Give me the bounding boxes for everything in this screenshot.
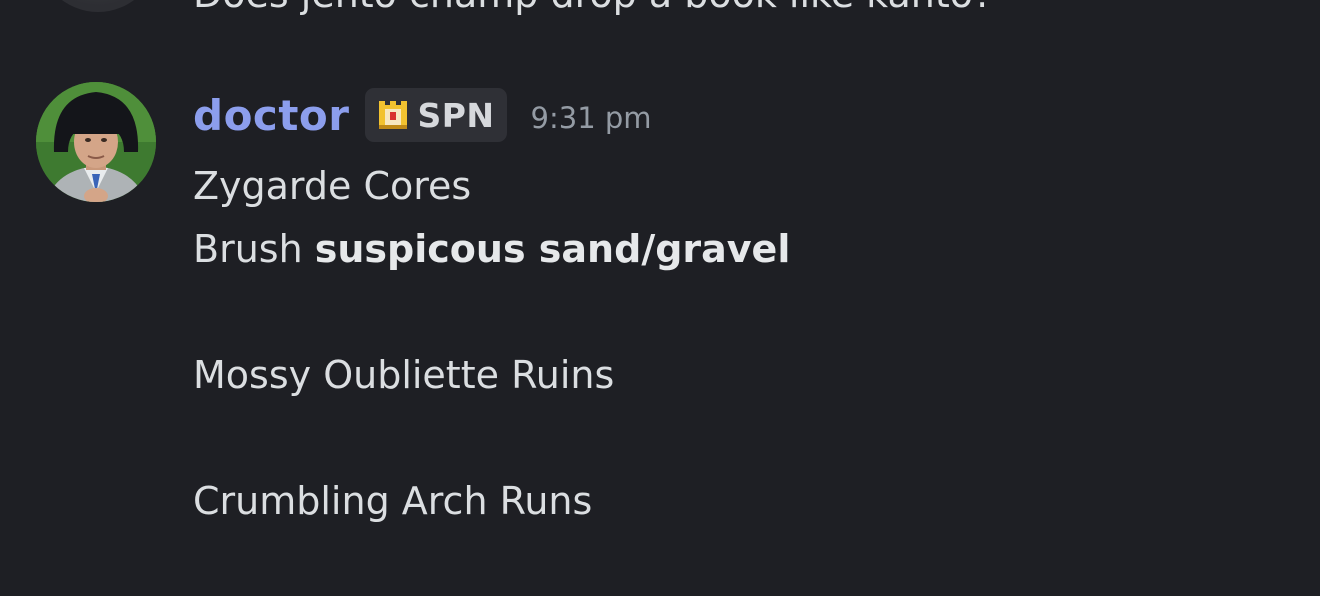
message-content: Zygarde Cores Brush suspicous sand/grave…: [193, 155, 790, 533]
tag-label: SPN: [417, 95, 495, 135]
message-bold-text: suspicous sand/gravel: [314, 227, 791, 271]
castle-badge-icon: [379, 101, 408, 129]
message-timestamp[interactable]: 9:31 pm: [531, 95, 652, 135]
avatar[interactable]: [36, 82, 156, 202]
server-tag[interactable]: SPN: [365, 88, 507, 142]
previous-author-avatar[interactable]: [38, 0, 158, 12]
message-line: Crumbling Arch Runs: [193, 479, 593, 523]
chat-view: Does jento champ drop a book like kanto?…: [0, 0, 1320, 596]
message-text: Brush: [193, 227, 315, 271]
message-line: Brush suspicous sand/gravel: [193, 218, 790, 281]
username[interactable]: doctor: [193, 91, 349, 140]
message-line: Zygarde Cores: [193, 164, 472, 208]
previous-message-text: Does jento champ drop a book like kanto?: [193, 0, 993, 14]
user-avatar-image: [36, 82, 156, 202]
message-header: doctor SPN 9:31 pm: [193, 88, 652, 142]
message-line: Mossy Oubliette Ruins: [193, 353, 615, 397]
